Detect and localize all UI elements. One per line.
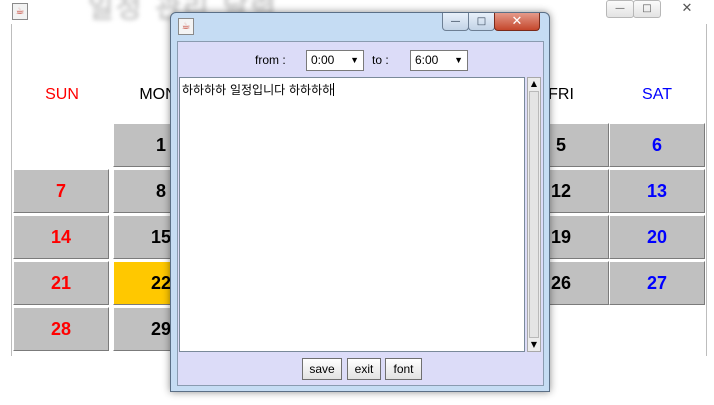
exit-button[interactable]: exit xyxy=(347,358,381,380)
vertical-scrollbar[interactable]: ▲ ▼ xyxy=(527,77,541,352)
window-border xyxy=(706,24,707,356)
calendar-day-cell[interactable]: 13 xyxy=(609,169,705,213)
java-icon: ☕ xyxy=(178,18,194,35)
calendar-day-cell[interactable]: 28 xyxy=(13,307,109,351)
to-time-value: 6:00 xyxy=(415,53,439,67)
chevron-down-icon: ▼ xyxy=(350,55,359,65)
java-icon: ☕ xyxy=(12,3,28,20)
from-time-select[interactable]: 0:00 ▼ xyxy=(306,50,364,71)
window-border xyxy=(11,24,12,356)
scroll-up-icon[interactable]: ▲ xyxy=(528,78,540,90)
to-time-select[interactable]: 6:00 ▼ xyxy=(410,50,468,71)
calendar-day-cell[interactable]: 7 xyxy=(13,169,109,213)
maximize-button[interactable]: □ xyxy=(468,13,495,31)
schedule-dialog: ☕ — □ ✕ from : 0:00 ▼ to : 6:00 ▼ 하하하하 일… xyxy=(170,12,550,392)
time-range-row: from : 0:00 ▼ to : 6:00 ▼ xyxy=(178,42,543,77)
button-row: save exit font xyxy=(178,356,543,382)
calendar-day-cell[interactable]: 6 xyxy=(609,123,705,167)
minimize-button[interactable]: — xyxy=(442,13,469,31)
dialog-titlebar[interactable]: ☕ — □ ✕ xyxy=(171,13,549,39)
minimize-button[interactable]: — xyxy=(606,0,634,18)
font-button[interactable]: font xyxy=(385,358,422,380)
from-time-value: 0:00 xyxy=(311,53,335,67)
memo-text: 하하하하 일정입니다 하하하하 xyxy=(182,83,334,97)
calendar-day-cell[interactable]: 14 xyxy=(13,215,109,259)
close-button[interactable]: ✕ xyxy=(494,13,540,31)
chevron-down-icon: ▼ xyxy=(454,55,463,65)
maximize-button[interactable]: □ xyxy=(633,0,661,18)
weekday-header-sun: SUN xyxy=(45,86,79,103)
calendar-day-cell[interactable]: 20 xyxy=(609,215,705,259)
weekday-header-sat: SAT xyxy=(642,86,672,103)
dialog-content: from : 0:00 ▼ to : 6:00 ▼ 하하하하 일정입니다 하하하… xyxy=(177,41,544,386)
memo-textarea[interactable]: 하하하하 일정입니다 하하하하 xyxy=(179,77,525,352)
scroll-track[interactable] xyxy=(529,91,539,338)
to-label: to : xyxy=(372,53,389,67)
calendar-day-cell[interactable]: 27 xyxy=(609,261,705,305)
close-button[interactable]: ✕ xyxy=(666,0,708,18)
calendar-day-cell[interactable]: 21 xyxy=(13,261,109,305)
from-label: from : xyxy=(255,53,286,67)
save-button[interactable]: save xyxy=(302,358,342,380)
text-caret xyxy=(333,83,335,96)
scroll-down-icon[interactable]: ▼ xyxy=(528,339,540,351)
